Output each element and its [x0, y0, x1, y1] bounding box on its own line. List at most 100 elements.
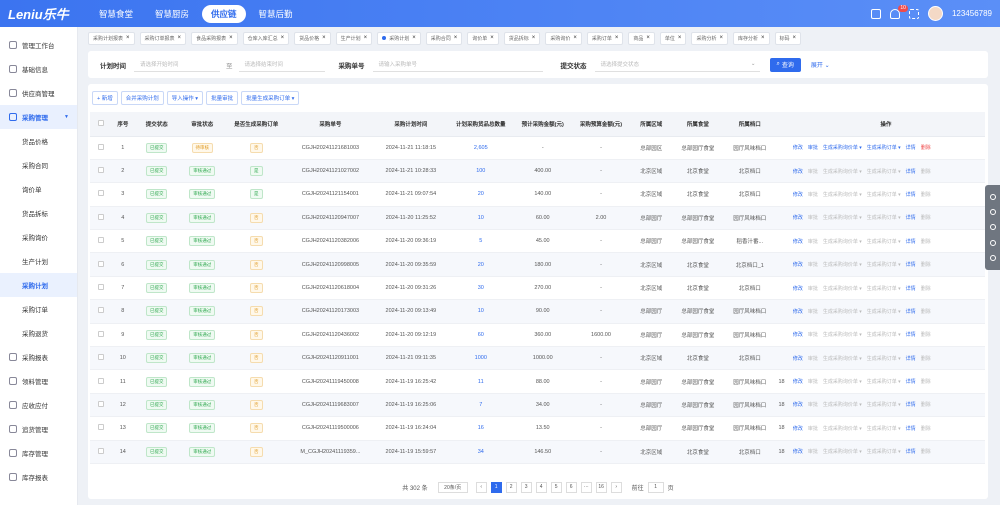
tab-item[interactable]: 库存分析 ×	[732, 31, 770, 45]
generate-order-link[interactable]: 生成采购订单 ▾	[867, 449, 901, 455]
close-icon[interactable]: ×	[615, 35, 619, 41]
share-icon[interactable]	[870, 8, 881, 19]
edit-link[interactable]: 修改	[793, 286, 803, 292]
delete-link[interactable]: 删除	[921, 262, 931, 268]
sidebar-item[interactable]: 追货管理	[0, 417, 77, 441]
sidebar-item[interactable]: 供应商管理	[0, 81, 77, 105]
row-checkbox[interactable]	[97, 190, 104, 197]
sidebar-item[interactable]: 管理工作台	[0, 33, 77, 57]
generate-order-link[interactable]: 生成采购订单 ▾	[867, 145, 901, 151]
top-nav-item[interactable]: 供应链	[202, 4, 246, 23]
total-quantity-link[interactable]: 20	[478, 191, 484, 197]
row-checkbox[interactable]	[97, 330, 104, 337]
detail-link[interactable]: 详情	[906, 332, 916, 338]
detail-link[interactable]: 详情	[906, 356, 916, 362]
edit-link[interactable]: 修改	[793, 332, 803, 338]
generate-order-link[interactable]: 生成采购订单 ▾	[867, 379, 901, 385]
tab-item[interactable]: 采购计划报表 ×	[88, 31, 135, 45]
delete-link[interactable]: 删除	[921, 215, 931, 221]
help-icon[interactable]	[989, 193, 996, 200]
generate-inquiry-link[interactable]: 生成采购询价单 ▾	[823, 426, 862, 432]
sidebar-item[interactable]: 领料管理	[0, 369, 77, 393]
row-checkbox[interactable]	[97, 260, 104, 267]
sidebar-item[interactable]: 应收应付	[0, 393, 77, 417]
review-link[interactable]: 审批	[808, 426, 818, 432]
detail-link[interactable]: 详情	[906, 262, 916, 268]
goto-page-input[interactable]: 1	[647, 481, 664, 493]
close-icon[interactable]: ×	[761, 35, 765, 41]
total-quantity-link[interactable]: 5	[479, 238, 482, 244]
tab-item[interactable]: 采购订单 ×	[586, 31, 624, 45]
detail-link[interactable]: 详情	[906, 145, 916, 151]
generate-order-link[interactable]: 生成采购订单 ▾	[867, 215, 901, 221]
delete-link[interactable]: 删除	[921, 309, 931, 315]
close-icon[interactable]: ×	[490, 35, 494, 41]
avatar[interactable]	[927, 6, 943, 21]
row-checkbox[interactable]	[97, 400, 104, 407]
generate-inquiry-link[interactable]: 生成采购询价单 ▾	[823, 356, 862, 362]
action-button[interactable]: 批量审批	[206, 91, 239, 105]
sidebar-subitem[interactable]: 货品拆标	[0, 201, 77, 225]
status-select[interactable]: 请选择提交状态 ⌄	[594, 58, 760, 72]
review-link[interactable]: 审批	[808, 215, 818, 221]
tab-item[interactable]: 货品拆标 ×	[503, 31, 541, 45]
detail-link[interactable]: 详情	[906, 402, 916, 408]
review-link[interactable]: 审批	[808, 356, 818, 362]
page-button[interactable]: ›	[610, 481, 622, 493]
tab-item[interactable]: 采购计划 ×	[377, 31, 421, 45]
page-button[interactable]: 3	[520, 481, 532, 493]
action-button[interactable]: 导入操作 ▾	[166, 91, 204, 105]
sidebar-subitem[interactable]: 采购订单	[0, 297, 77, 321]
page-button[interactable]: ···	[580, 481, 592, 493]
close-icon[interactable]: ×	[678, 35, 682, 41]
tab-item[interactable]: 仓库入库汇总 ×	[242, 31, 290, 45]
query-button[interactable]: ⌕ 查询	[769, 57, 801, 72]
generate-inquiry-link[interactable]: 生成采购询价单 ▾	[823, 239, 862, 245]
page-button[interactable]: ‹	[475, 481, 487, 493]
delete-link[interactable]: 删除	[921, 239, 931, 245]
tab-item[interactable]: 商品 ×	[628, 31, 655, 45]
back-to-top-icon[interactable]	[989, 255, 996, 262]
row-checkbox[interactable]	[97, 354, 104, 361]
total-quantity-link[interactable]: 100	[476, 168, 485, 174]
detail-link[interactable]: 详情	[906, 239, 916, 245]
sidebar-subitem[interactable]: 采购合同	[0, 153, 77, 177]
start-date-input[interactable]: 请选择开始时间	[134, 58, 220, 72]
page-button[interactable]: 16	[595, 481, 607, 493]
action-button[interactable]: + 新增	[92, 91, 118, 105]
close-icon[interactable]: ×	[719, 35, 723, 41]
sidebar-item[interactable]: 库存管理	[0, 441, 77, 465]
close-icon[interactable]: ×	[793, 35, 797, 41]
close-icon[interactable]: ×	[322, 35, 326, 41]
edit-link[interactable]: 修改	[793, 169, 803, 175]
review-link[interactable]: 审批	[808, 145, 818, 151]
total-quantity-link[interactable]: 34	[478, 449, 484, 455]
sidebar-subitem[interactable]: 货品价格	[0, 129, 77, 153]
sidebar-subitem[interactable]: 采购计划	[0, 273, 77, 297]
tab-item[interactable]: 采购合同 ×	[425, 31, 463, 45]
username[interactable]: 123456789	[952, 9, 992, 18]
close-icon[interactable]: ×	[364, 35, 368, 41]
page-button[interactable]: 4	[535, 481, 547, 493]
sidebar-subitem[interactable]: 采购退货	[0, 321, 77, 345]
edit-link[interactable]: 修改	[793, 145, 803, 151]
total-quantity-link[interactable]: 7	[479, 402, 482, 408]
close-icon[interactable]: ×	[412, 35, 416, 41]
page-size-select[interactable]: 20条/页	[437, 481, 468, 493]
generate-order-link[interactable]: 生成采购订单 ▾	[867, 309, 901, 315]
generate-order-link[interactable]: 生成采购订单 ▾	[867, 426, 901, 432]
review-link[interactable]: 审批	[808, 169, 818, 175]
sidebar-item[interactable]: 采购管理 ▼	[0, 105, 77, 129]
review-link[interactable]: 审批	[808, 262, 818, 268]
tab-item[interactable]: 采购订单报表 ×	[139, 31, 187, 45]
detail-link[interactable]: 详情	[906, 169, 916, 175]
review-link[interactable]: 审批	[808, 239, 818, 245]
review-link[interactable]: 审批	[808, 192, 818, 198]
detail-link[interactable]: 详情	[906, 192, 916, 198]
generate-order-link[interactable]: 生成采购订单 ▾	[867, 192, 901, 198]
fullscreen-icon[interactable]	[908, 8, 919, 19]
tab-item[interactable]: 标码 ×	[774, 31, 802, 45]
calendar-icon[interactable]	[989, 239, 996, 246]
delete-link[interactable]: 删除	[921, 145, 931, 151]
total-quantity-link[interactable]: 10	[478, 308, 484, 314]
